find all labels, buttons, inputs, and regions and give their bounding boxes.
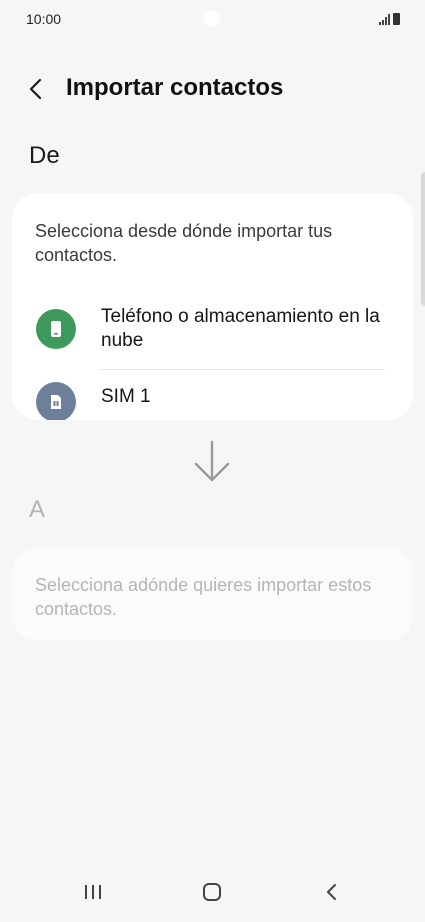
app-header: Importar contactos bbox=[0, 64, 425, 116]
signal-icon bbox=[379, 13, 390, 25]
scrollbar[interactable] bbox=[421, 172, 425, 306]
navigation-bar bbox=[0, 866, 425, 918]
destination-card: Selecciona adónde quieres importar estos… bbox=[12, 547, 413, 641]
option-divider bbox=[101, 369, 385, 370]
battery-icon bbox=[393, 13, 400, 25]
from-section-label: De bbox=[29, 142, 60, 169]
status-icons bbox=[379, 11, 400, 25]
option-phone-or-cloud[interactable]: Teléfono o almacenamiento en la nube bbox=[12, 301, 413, 367]
source-description: Selecciona desde dónde importar tus cont… bbox=[35, 221, 333, 265]
chevron-left-icon[interactable] bbox=[22, 74, 52, 104]
source-card: Selecciona desde dónde importar tus cont… bbox=[12, 193, 413, 420]
to-section-label: A bbox=[29, 496, 46, 523]
status-bar: 10:00 bbox=[0, 0, 425, 40]
back-icon[interactable] bbox=[312, 878, 352, 906]
front-camera-cutout bbox=[203, 10, 220, 27]
option-sim-1[interactable]: SIM 1 bbox=[12, 373, 413, 420]
home-icon[interactable] bbox=[192, 878, 232, 906]
status-time: 10:00 bbox=[26, 11, 62, 27]
destination-description: Selecciona adónde quieres importar estos… bbox=[35, 575, 372, 619]
arrow-down-icon bbox=[193, 440, 231, 484]
option-sim-label: SIM 1 bbox=[101, 386, 151, 407]
page-title: Importar contactos bbox=[66, 74, 284, 101]
sim-card-icon bbox=[36, 382, 76, 420]
recents-icon[interactable] bbox=[73, 878, 113, 906]
phone-icon bbox=[36, 309, 76, 349]
option-phone-label: Teléfono o almacenamiento en la nube bbox=[101, 306, 380, 351]
